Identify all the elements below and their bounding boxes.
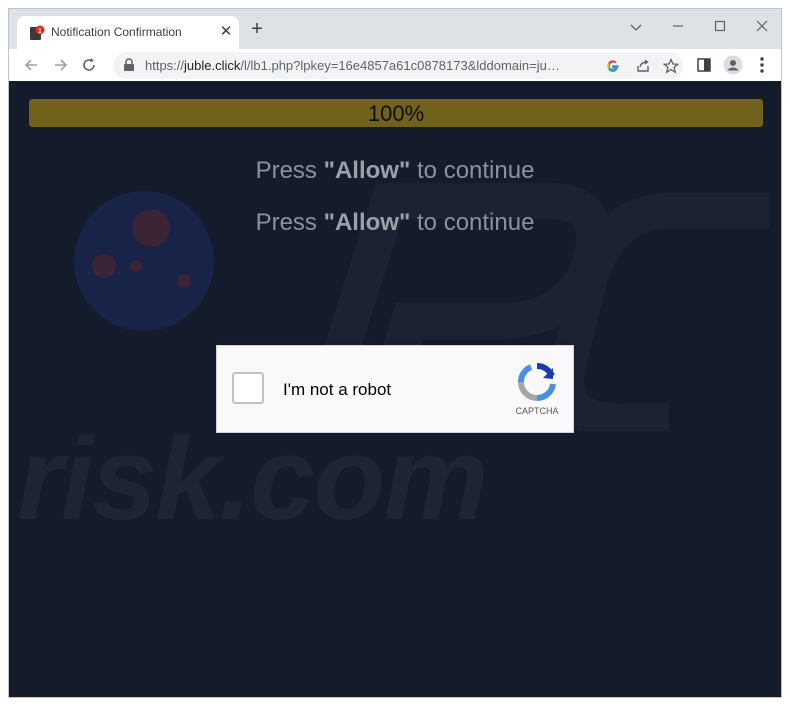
captcha-widget: I'm not a robot CAPTCHA	[216, 345, 574, 433]
minimize-icon[interactable]	[665, 15, 691, 39]
browser-window: 1 Notification Confirmation ✕ + https://…	[8, 8, 782, 698]
browser-toolbar: https://juble.click/l/lb1.php?lpkey=16e4…	[9, 49, 781, 81]
allow-message-secondary: Press "Allow" to continue	[255, 209, 535, 236]
recaptcha-icon	[517, 362, 557, 402]
maximize-icon[interactable]	[707, 15, 733, 39]
menu-icon[interactable]	[751, 54, 773, 76]
captcha-brand: CAPTCHA	[515, 406, 559, 416]
google-icon[interactable]	[603, 56, 623, 76]
tab-active[interactable]: 1 Notification Confirmation ✕	[17, 16, 239, 49]
star-icon[interactable]	[661, 56, 681, 76]
page-content: risk.com 100% Press "Allow" to continue …	[9, 81, 781, 697]
warning-page-icon: 1	[29, 25, 45, 41]
profile-icon[interactable]	[722, 54, 744, 76]
plus-icon[interactable]: +	[247, 19, 267, 40]
back-icon[interactable]	[19, 53, 43, 77]
tab-title: Notification Confirmation	[51, 25, 182, 39]
lock-icon[interactable]	[123, 58, 137, 72]
reload-icon[interactable]	[77, 53, 101, 77]
allow-message: Press "Allow" to continue	[255, 157, 535, 184]
title-bar: 1 Notification Confirmation ✕ +	[9, 9, 781, 49]
chevron-down-icon[interactable]	[623, 15, 649, 39]
svg-text:1: 1	[38, 27, 42, 35]
progress-bar: 100%	[29, 99, 763, 127]
address-bar[interactable]: https://juble.click/l/lb1.php?lpkey=16e4…	[113, 52, 683, 79]
progress-label: 100%	[367, 101, 425, 126]
share-icon[interactable]	[633, 56, 653, 76]
forward-icon[interactable]	[49, 53, 73, 77]
window-close-icon[interactable]	[749, 15, 775, 39]
close-icon[interactable]: ✕	[217, 23, 235, 41]
url-text[interactable]: https://juble.click/l/lb1.php?lpkey=16e4…	[145, 58, 565, 73]
captcha-label: I'm not a robot	[283, 380, 392, 399]
captcha-checkbox[interactable]	[232, 372, 264, 404]
side-panel-icon[interactable]	[693, 54, 715, 76]
